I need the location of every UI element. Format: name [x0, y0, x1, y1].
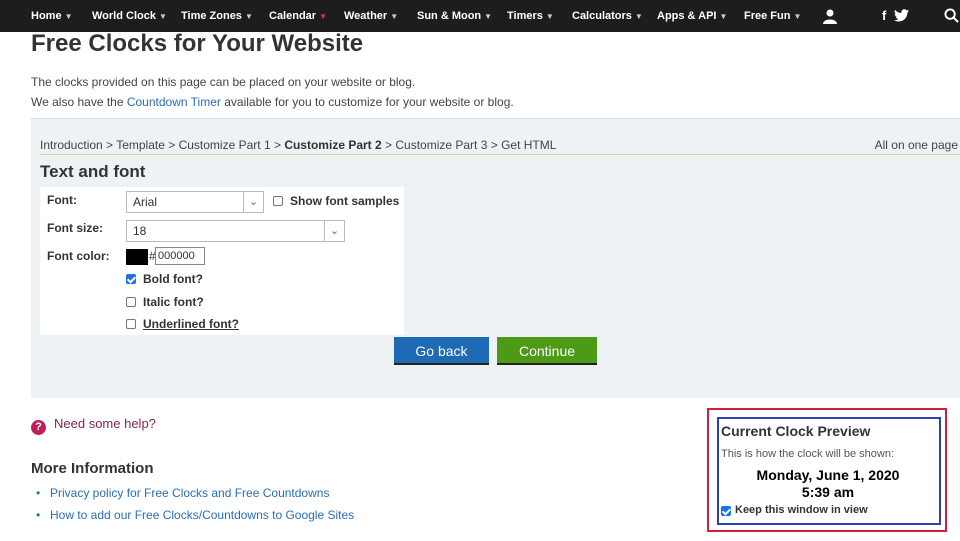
underlined-font-checkbox[interactable] [126, 319, 136, 329]
breadcrumb-sep: > [270, 138, 285, 152]
font-size-select-value: 18 [133, 224, 147, 238]
chevron-down-icon: ▼ [244, 12, 253, 21]
intro-suffix: available for you to customize for your … [220, 95, 514, 109]
bold-font-checkbox[interactable] [126, 274, 136, 284]
twitter-icon[interactable] [894, 0, 909, 32]
nav-label: Sun & Moon [417, 10, 482, 22]
customize-panel: Introduction > Template > Customize Part… [31, 118, 960, 398]
font-select-value: Arial [133, 195, 158, 209]
breadcrumb-sep: > [164, 138, 179, 152]
font-color-input[interactable] [155, 247, 205, 265]
nav-sun-moon[interactable]: Sun & Moon ▼ [417, 0, 492, 32]
nav-calculators[interactable]: Calculators ▼ [572, 0, 643, 32]
show-font-samples-label[interactable]: Show font samples [290, 194, 399, 208]
nav-weather[interactable]: Weather ▼ [344, 0, 398, 32]
chevron-down-icon: ⌄ [243, 192, 263, 212]
all-on-one-page-link[interactable]: All on one page [875, 138, 958, 152]
nav-label: Home [31, 10, 62, 22]
chevron-down-icon: ▼ [484, 12, 493, 21]
nav-label: Time Zones [181, 10, 242, 22]
chevron-down-icon: ▼ [319, 12, 327, 21]
breadcrumb-sep: > [381, 138, 396, 152]
preview-title: Current Clock Preview [721, 423, 871, 439]
breadcrumb-sep: > [487, 138, 502, 152]
breadcrumb-customize-3[interactable]: Customize Part 3 [395, 138, 487, 152]
font-form: Font: Arial ⌄ Show font samples Font siz… [40, 187, 404, 335]
chevron-down-icon: ▼ [793, 12, 802, 21]
privacy-policy-link[interactable]: Privacy policy for Free Clocks and Free … [36, 486, 329, 500]
chevron-down-icon: ▼ [64, 12, 73, 21]
question-icon: ? [31, 420, 46, 435]
top-nav: Home ▼ World Clock ▼ Time Zones ▼ Calendar ▼… [0, 0, 960, 32]
color-swatch[interactable] [126, 249, 148, 265]
more-info-list-2: How to add our Free Clocks/Countdowns to… [36, 508, 354, 522]
show-font-samples-checkbox[interactable] [273, 196, 283, 206]
chevron-down-icon: ▼ [390, 12, 399, 21]
nav-time-zones[interactable]: Time Zones ▼ [181, 0, 253, 32]
intro-prefix: We also have the [31, 95, 127, 109]
divider [40, 154, 960, 155]
breadcrumb-get-html[interactable]: Get HTML [501, 138, 556, 152]
nav-calendar[interactable]: Calendar ▼ [269, 0, 327, 32]
page-title: Free Clocks for Your Website [31, 30, 364, 57]
underlined-font-label[interactable]: Underlined font? [143, 317, 239, 331]
chevron-down-icon: ⌄ [324, 221, 344, 241]
font-label: Font: [47, 193, 77, 207]
preview-subtitle: This is how the clock will be shown: [721, 448, 895, 460]
font-size-select[interactable]: 18 ⌄ [126, 220, 345, 242]
breadcrumb-customize-1[interactable]: Customize Part 1 [179, 138, 271, 152]
intro-text-2: We also have the Countdown Timer availab… [31, 95, 514, 109]
nav-label: Timers [507, 10, 543, 22]
preview-date: Monday, June 1, 2020 [756, 467, 900, 483]
help-label: Need some help? [54, 416, 156, 431]
preview-time: 5:39 am [801, 484, 855, 500]
search-icon[interactable] [944, 0, 959, 32]
breadcrumb-introduction[interactable]: Introduction [40, 138, 103, 152]
keep-in-view-checkbox[interactable] [721, 506, 731, 516]
nav-free-fun[interactable]: Free Fun ▼ [744, 0, 801, 32]
clock-preview-highlight: Current Clock Preview This is how the cl… [707, 408, 947, 532]
bold-font-label[interactable]: Bold font? [143, 272, 203, 286]
nav-label: Weather [344, 10, 388, 22]
section-title: Text and font [40, 162, 146, 181]
chevron-down-icon: ▼ [634, 12, 643, 21]
font-select[interactable]: Arial ⌄ [126, 191, 264, 213]
italic-font-checkbox[interactable] [126, 297, 136, 307]
user-icon[interactable] [822, 0, 838, 32]
nav-world-clock[interactable]: World Clock ▼ [92, 0, 167, 32]
keep-in-view-label[interactable]: Keep this window in view [735, 504, 868, 516]
nav-timers[interactable]: Timers ▼ [507, 0, 554, 32]
intro-text: The clocks provided on this page can be … [31, 75, 416, 89]
nav-apps-api[interactable]: Apps & API ▼ [657, 0, 727, 32]
clock-preview: Current Clock Preview This is how the cl… [717, 417, 941, 525]
more-info-list: Privacy policy for Free Clocks and Free … [36, 486, 329, 500]
breadcrumb-current: Customize Part 2 [284, 138, 382, 152]
countdown-timer-link[interactable]: Countdown Timer [127, 95, 221, 109]
breadcrumb: Introduction > Template > Customize Part… [40, 138, 556, 152]
google-sites-link[interactable]: How to add our Free Clocks/Countdowns to… [36, 508, 354, 522]
nav-label: Calculators [572, 10, 632, 22]
more-info-title: More Information [31, 460, 154, 477]
chevron-down-icon: ▼ [158, 12, 167, 21]
help-link[interactable]: ? Need some help? [31, 416, 156, 435]
breadcrumb-template[interactable]: Template [116, 138, 165, 152]
go-back-button[interactable]: Go back [394, 337, 489, 365]
font-size-label: Font size: [47, 221, 103, 235]
italic-font-label[interactable]: Italic font? [143, 295, 204, 309]
nav-label: Free Fun [744, 10, 791, 22]
continue-button[interactable]: Continue [497, 337, 597, 365]
nav-home[interactable]: Home ▼ [31, 0, 72, 32]
nav-label: Apps & API [657, 10, 717, 22]
font-color-label: Font color: [47, 249, 110, 263]
nav-label: Calendar [269, 10, 317, 22]
facebook-icon[interactable]: f [882, 0, 886, 32]
nav-label: World Clock [92, 10, 156, 22]
chevron-down-icon: ▼ [545, 12, 554, 21]
chevron-down-icon: ▼ [719, 12, 728, 21]
breadcrumb-sep: > [102, 138, 117, 152]
